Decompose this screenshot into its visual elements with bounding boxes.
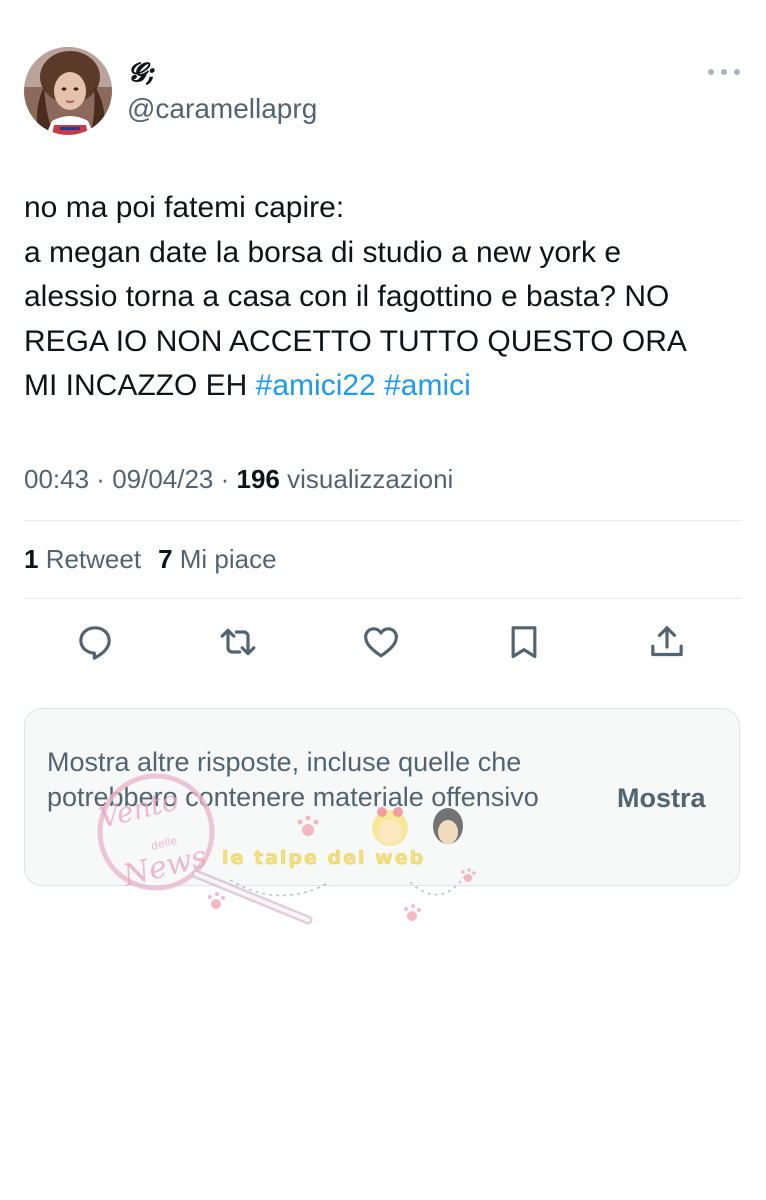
more-options-icon[interactable] [708,64,740,80]
hashtag-link[interactable]: #amici [384,369,471,402]
show-more-button[interactable]: Mostra [617,781,706,815]
display-name[interactable]: 𝓖; [128,58,156,88]
bookmark-icon[interactable] [504,622,544,662]
hashtag-link[interactable]: #amici22 [256,369,376,402]
views-label: visualizzazioni [279,464,454,494]
tweet-detail: 𝓖; @caramellaprg no ma poi fatemi capire… [0,0,766,1200]
likes-count: 7 [158,544,173,574]
reply-icon[interactable] [75,622,115,662]
divider [24,520,742,521]
share-icon[interactable] [647,622,687,662]
tweet-text: no ma poi fatemi capire: a megan date la… [24,186,744,409]
tweet-line: REGA IO NON ACCETTO TUTTO QUESTO ORA [24,324,687,358]
retweets-count: 1 [24,544,39,574]
like-icon[interactable] [361,622,401,662]
tweet-line: alessio torna a casa con il fagottino e … [24,280,670,314]
meta-separator: · [213,464,237,494]
tweet-meta: 00:43 · 09/04/23 · 196 visualizzazioni [24,462,453,496]
likes-stat[interactable]: 7 Mi piace [158,544,277,574]
tweet-line: a megan date la borsa di studio a new yo… [24,235,622,269]
tweet-date[interactable]: 09/04/23 [112,464,213,494]
user-handle[interactable]: @caramellaprg [127,93,317,125]
tweet-time[interactable]: 00:43 [24,464,89,494]
likes-label: Mi piace [172,544,277,574]
views-count: 196 [236,464,280,494]
divider [24,598,742,599]
meta-separator: · [89,464,113,494]
avatar[interactable] [24,47,112,135]
retweets-label: Retweet [38,544,142,574]
notice-text: Mostra altre risposte, incluse quelle ch… [47,747,539,812]
retweets-stat[interactable]: 1 Retweet [24,544,141,574]
retweet-icon[interactable] [218,622,258,662]
tweet-line: MI INCAZZO EH #amici22 #amici [24,364,744,409]
tweet-line: no ma poi fatemi capire: [24,191,345,224]
tweet-line-text: MI INCAZZO EH [24,369,256,403]
more-replies-notice: Mostra altre risposte, incluse quelle ch… [24,708,740,886]
tweet-stats: 1 Retweet 7 Mi piace [24,542,277,576]
